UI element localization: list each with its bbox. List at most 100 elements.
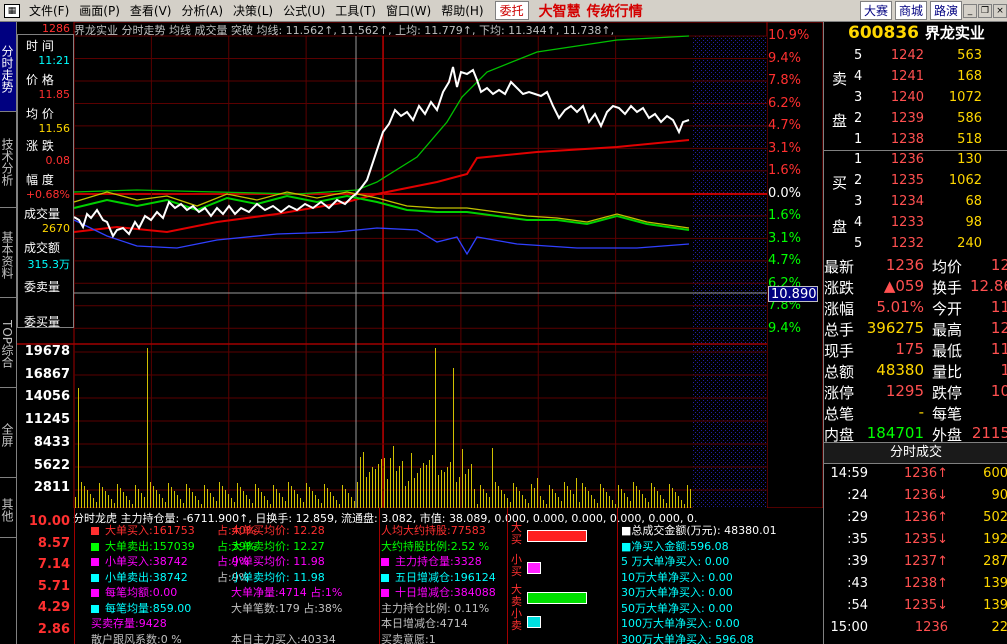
menu-tools[interactable]: 工具(T) [330,2,381,19]
volume-axis-label: 8433 [33,434,70,450]
tick-row[interactable]: :35 1235↓ 192 [824,532,1007,554]
tab-other[interactable]: 其他 [0,478,16,538]
volume-bar [585,487,586,508]
tick-row[interactable]: :43 1238↑ 139 [824,576,1007,598]
ask-row[interactable]: 1 1238 518 [824,132,1007,152]
menu-screen[interactable]: 画面(P) [74,2,125,19]
mall-button[interactable]: 商城 [894,1,927,20]
bid-row[interactable]: 5 1232 240 [824,236,1007,256]
volume-bar [264,496,265,508]
bid-row[interactable]: 2 1235 1062 [824,173,1007,193]
tick-panel-title[interactable]: 分时成交 [824,442,1007,464]
axis-tick-label: 0.0% [768,185,802,201]
volume-bar [513,483,514,508]
menu-analysis[interactable]: 分析(A) [176,2,228,19]
volume-bar [429,460,430,508]
tab-fundamentals[interactable]: 基本资料 [0,208,16,298]
entrust-button[interactable]: 委托 [494,1,529,20]
time-value: 11:21 [38,54,70,67]
axis-tick-label: 9.4% [768,320,802,336]
ask-row[interactable]: 2 1239 586 [824,111,1007,131]
menu-help[interactable]: 帮助(H) [436,2,488,19]
restore-icon[interactable]: ❐ [978,3,992,18]
tick-v: 139 [983,576,1007,591]
legend-square-icon [381,558,389,566]
intraday-chart[interactable] [17,22,823,508]
volume-bar [138,489,139,508]
tick-row[interactable]: :29 1236↑ 502 [824,510,1007,532]
axis-tick-label: 4.7% [768,253,802,268]
menu-file[interactable]: 文件(F) [24,2,74,19]
roadshow-button[interactable]: 路演 [929,1,962,20]
ask-row-idx: 3 [854,90,863,105]
volume-bar [687,485,688,508]
volume-bar [369,472,370,508]
tab-technical[interactable]: 技术分析 [0,112,16,208]
stat-k1: 最新 [824,258,855,276]
volume-bar [621,489,622,508]
flow-avg-price: 大单卖均价: 12.27 [231,539,325,553]
tick-row[interactable]: :54 1235↓ 139 [824,598,1007,620]
flow-axis-label: 4.29 [37,600,70,615]
bid-row-vol: 68 [965,194,982,209]
flow-avg-price: 本日主力买入:40334 [231,632,336,644]
volume-bar [522,495,523,508]
volume-bar [384,458,385,508]
volume-bar [87,490,88,508]
bid-row[interactable]: 3 1234 68 [824,194,1007,214]
volume-bar [126,496,127,508]
stat-k2: 均价 [932,258,963,276]
volume-bar [381,459,382,508]
legend-square-icon [91,589,99,597]
volume-ratio-line [73,194,690,231]
menu-formula[interactable]: 公式(U) [278,2,330,19]
legend-square-icon [91,573,99,582]
close-icon[interactable]: × [993,3,1007,18]
ask-row[interactable]: 5 1242 563 [824,48,1007,68]
volume-bar [348,493,349,508]
flow-axis-label: 8.57 [37,535,70,551]
volume-bar [300,498,301,508]
stat-v2: 2115 [971,424,1007,442]
minimize-icon[interactable]: _ [963,3,977,18]
lower-band-line [73,219,690,256]
bid-row[interactable]: 1 1236 130 [824,152,1007,172]
tick-row[interactable]: 15:00 1236 22 [824,620,1007,642]
flow-stat: 每笔均量:859.00 [91,600,191,616]
tab-fullscreen[interactable]: 全屏 [0,388,16,478]
volume-bar [186,484,187,508]
menu-window[interactable]: 窗口(W) [381,2,436,19]
bid-row-vol: 240 [957,236,982,251]
axis-tick-label: 6.2% [768,95,802,111]
volume-bar [534,488,535,508]
bid-row[interactable]: 4 1233 98 [824,215,1007,235]
volume-bar [549,485,550,508]
tick-p: 1235↓ [904,532,948,547]
volume-bar [282,497,283,508]
legend-square-icon [381,573,389,582]
app-icon[interactable]: ▦ [4,3,20,18]
menu-view[interactable]: 查看(V) [125,2,177,19]
net-buy-stat: ■总成交金额(万元): 48380.01 [621,524,777,537]
stat-v1: 184701 [866,424,924,442]
tab-top[interactable]: TOP综合 [0,298,16,388]
volume-bar [135,485,136,508]
tick-row[interactable]: :39 1237↑ 287 [824,554,1007,576]
volume-bar [168,483,169,508]
ask-row-price: 1239 [890,111,924,126]
ask-row[interactable]: 3 1240 1072 [824,90,1007,110]
menu-decision[interactable]: 决策(L) [228,2,278,19]
volume-axis-label: 19678 [24,344,70,359]
tick-row[interactable]: :24 1236↓ 90 [824,488,1007,510]
tick-row[interactable]: 14:59 1236↑ 600 [824,466,1007,488]
orderbook-divider [824,150,1007,151]
axis-tick-label: 1.6% [768,163,802,178]
volume-bar [117,484,118,508]
contest-button[interactable]: 大赛 [859,1,892,20]
ask-row[interactable]: 4 1241 168 [824,69,1007,89]
volume-bar [153,486,154,508]
tick-p: 1237↑ [904,554,948,569]
time-label: 时 间 [26,39,54,53]
tab-intraday[interactable]: 分时走势 [0,22,16,112]
volume-bar [531,484,532,508]
